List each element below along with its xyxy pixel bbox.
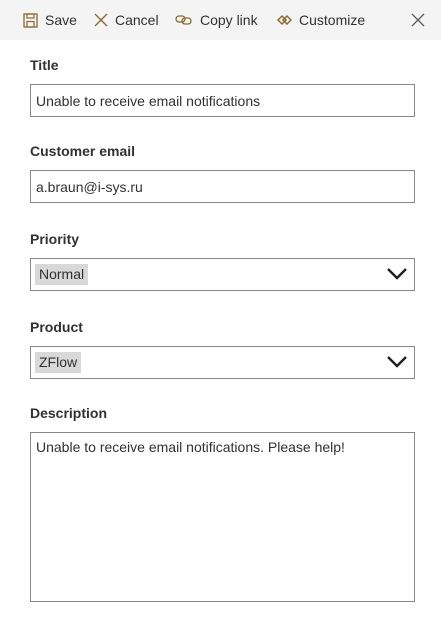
product-value: ZFlow [35,352,82,373]
priority-value: Normal [35,264,89,285]
customer-email-input[interactable]: a.braun@i-sys.ru [30,170,415,203]
save-label: Save [45,12,77,28]
title-input[interactable]: Unable to receive email notifications [30,84,415,117]
save-icon [23,12,38,28]
link-icon [175,14,193,26]
customize-icon [277,14,292,26]
product-select[interactable]: ZFlow [30,346,415,379]
copy-link-button[interactable]: Copy link [175,0,258,40]
priority-label: Priority [30,231,80,247]
priority-select[interactable]: Normal [30,258,415,291]
copy-link-label: Copy link [200,12,258,28]
customize-button[interactable]: Customize [277,0,365,40]
customize-label: Customize [299,12,366,28]
description-label: Description [30,405,108,421]
cancel-button[interactable]: Cancel [94,0,159,40]
save-button[interactable]: Save [23,0,77,40]
customer-email-value: a.braun@i-sys.ru [36,178,143,195]
description-value: Unable to receive email notifications. P… [36,439,345,455]
cancel-label: Cancel [115,12,159,28]
description-textarea[interactable]: Unable to receive email notifications. P… [30,432,415,602]
close-panel-button[interactable] [411,0,425,40]
title-label: Title [30,57,59,73]
chevron-down-icon [386,355,408,374]
close-icon [94,13,108,27]
title-value: Unable to receive email notifications [36,92,261,109]
product-label: Product [30,319,83,335]
chevron-down-icon [386,267,408,286]
customer-email-label: Customer email [30,143,136,159]
close-icon [411,13,425,27]
command-bar: Save Cancel Copy link Customize [0,0,441,40]
